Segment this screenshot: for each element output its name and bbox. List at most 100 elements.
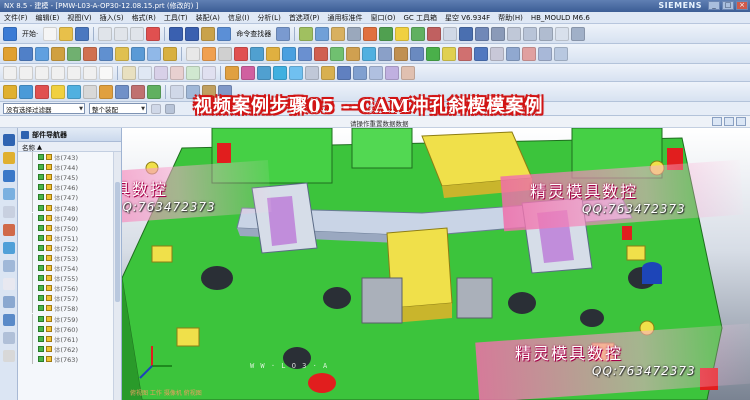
bounded-plane-icon[interactable] (305, 65, 319, 80)
trim-sheet-icon[interactable] (337, 65, 351, 80)
navigator-row[interactable]: 体(748) (18, 202, 121, 213)
menu-file[interactable]: 文件(F) (4, 13, 28, 23)
visibility-checkbox[interactable] (38, 194, 44, 201)
undo-icon[interactable] (169, 26, 184, 41)
menu-window[interactable]: 窗口(O) (371, 13, 396, 23)
visibility-checkbox[interactable] (38, 184, 44, 191)
menu-standard-parts[interactable]: 通用标准件 (328, 13, 363, 23)
menu-view[interactable]: 视图(V) (67, 13, 91, 23)
pad-icon[interactable] (99, 46, 113, 61)
snap-point-icon[interactable] (3, 84, 17, 99)
grid-icon[interactable] (276, 26, 291, 41)
menu-information[interactable]: 信息(I) (228, 13, 250, 23)
line-icon[interactable] (3, 65, 17, 80)
unite-icon[interactable] (234, 46, 248, 61)
navigator-row[interactable]: 体(755) (18, 273, 121, 283)
extract-curve-icon[interactable] (202, 65, 216, 80)
pan-icon[interactable] (539, 26, 554, 41)
text-icon[interactable] (99, 65, 113, 80)
chamfer-icon[interactable] (298, 46, 312, 61)
navigator-row[interactable]: 体(754) (18, 263, 121, 273)
sphere-icon[interactable] (395, 26, 410, 41)
navigator-row[interactable]: 体(757) (18, 293, 121, 303)
cut-icon[interactable] (98, 26, 113, 41)
navigator-row[interactable]: 体(749) (18, 212, 121, 223)
extension-icon[interactable] (321, 65, 335, 80)
system-materials-icon[interactable] (3, 224, 15, 236)
graphics-window[interactable]: 精灵模具数控 QQ:763472373 精灵模具数控 QQ:763472373 … (122, 128, 750, 400)
block-icon[interactable] (131, 46, 145, 61)
menu-tools[interactable]: 工具(T) (164, 13, 188, 23)
visibility-checkbox[interactable] (38, 335, 44, 342)
edge-display-icon[interactable] (459, 26, 474, 41)
visibility-checkbox[interactable] (38, 355, 44, 362)
revolve-icon[interactable] (35, 46, 49, 61)
paste-icon[interactable] (130, 26, 145, 41)
menu-format[interactable]: 格式(R) (132, 13, 156, 23)
pocket-icon[interactable] (83, 46, 97, 61)
visibility-checkbox[interactable] (38, 244, 44, 251)
visibility-checkbox[interactable] (38, 204, 44, 211)
x-form-icon[interactable] (401, 65, 415, 80)
navigator-scrollbar[interactable] (113, 152, 121, 400)
hd3d-tools-icon[interactable] (3, 314, 15, 326)
emboss-icon[interactable] (115, 46, 129, 61)
analysis-icon[interactable] (379, 26, 394, 41)
close-icon[interactable] (736, 117, 746, 126)
roles-icon[interactable] (3, 278, 15, 290)
navigator-row[interactable]: 体(756) (18, 283, 121, 293)
render-icon[interactable] (411, 26, 426, 41)
through-curves-icon[interactable] (225, 65, 239, 80)
resize-blend-icon[interactable] (490, 46, 504, 61)
type-filter-dropdown[interactable]: 没有选择过滤器 ▼ (3, 103, 85, 114)
visibility-checkbox[interactable] (38, 345, 44, 352)
menu-gc-toolkit[interactable]: GC 工具箱 (403, 13, 437, 23)
navigator-row[interactable]: 体(751) (18, 232, 121, 243)
measure-icon[interactable] (363, 26, 378, 41)
save-icon[interactable] (75, 26, 90, 41)
start-button[interactable]: 开始· (19, 29, 41, 39)
rotate-icon[interactable] (523, 26, 538, 41)
navigator-row[interactable]: 体(752) (18, 242, 121, 253)
visibility-checkbox[interactable] (38, 164, 44, 171)
visibility-checkbox[interactable] (38, 224, 44, 231)
visibility-checkbox[interactable] (38, 285, 44, 292)
menu-hb-mould[interactable]: HB_MOULD M6.6 (531, 14, 590, 22)
subtract-icon[interactable] (250, 46, 264, 61)
reuse-library-icon[interactable] (3, 188, 15, 200)
copy-icon[interactable] (114, 26, 129, 41)
layer-icon[interactable] (299, 26, 314, 41)
navigator-row[interactable]: 体(746) (18, 182, 121, 192)
menu-help[interactable]: 帮助(H) (498, 13, 523, 23)
visibility-checkbox[interactable] (38, 295, 44, 302)
snap-icon[interactable] (571, 26, 586, 41)
maximize-icon[interactable] (724, 117, 734, 126)
pull-face-icon[interactable] (506, 46, 520, 61)
offset-curve-icon[interactable] (122, 65, 136, 80)
navigator-row[interactable]: 体(762) (18, 343, 121, 354)
part-navigator-icon[interactable] (3, 170, 15, 182)
move-face-icon[interactable] (442, 46, 456, 61)
web-browser-icon[interactable] (3, 242, 15, 254)
extrude-icon[interactable] (19, 46, 33, 61)
project-curve-icon[interactable] (138, 65, 152, 80)
delete-icon[interactable] (146, 26, 161, 41)
join-curve-icon[interactable] (186, 65, 200, 80)
hole-icon[interactable] (51, 46, 65, 61)
sew-icon[interactable] (353, 65, 367, 80)
navigator-row[interactable]: 体(745) (18, 172, 121, 182)
selection-scope-dropdown[interactable]: 整个装配 ▼ (89, 103, 147, 114)
arc-icon[interactable] (19, 65, 33, 80)
navigator-row[interactable]: 体(759) (18, 313, 121, 324)
navigator-row[interactable]: 体(747) (18, 192, 121, 202)
visibility-checkbox[interactable] (38, 325, 44, 332)
redo-icon[interactable] (185, 26, 200, 41)
rectangle-icon[interactable] (67, 65, 81, 80)
mid-point-icon[interactable] (35, 84, 49, 99)
n-sided-surface-icon[interactable] (289, 65, 303, 80)
point-on-face-icon[interactable] (147, 84, 161, 99)
open-folder-icon[interactable] (59, 26, 74, 41)
through-curve-mesh-icon[interactable] (273, 65, 287, 80)
object-display-icon[interactable] (331, 26, 346, 41)
visibility-checkbox[interactable] (38, 254, 44, 261)
